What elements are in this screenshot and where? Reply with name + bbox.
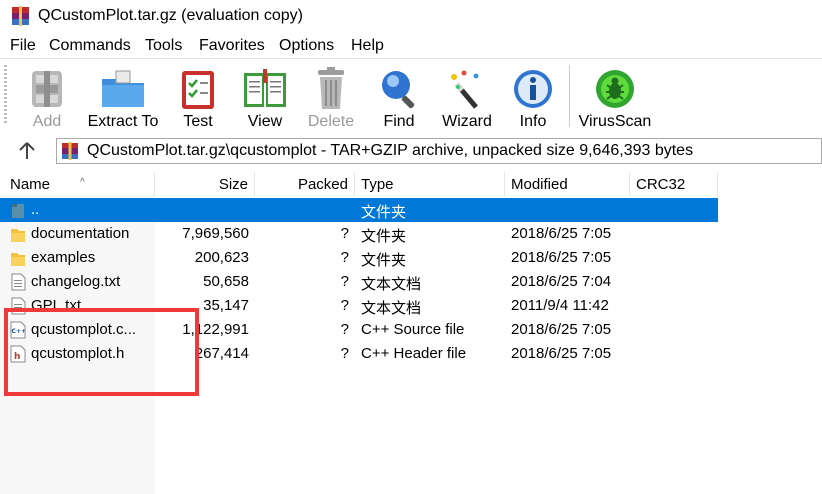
file-size: 7,969,560 xyxy=(182,225,249,242)
file-row[interactable]: changelog.txt 50,658? 文本文档 2018/6/25 7:04 xyxy=(0,270,822,294)
test-button[interactable]: Test xyxy=(170,61,226,131)
test-clipboard-icon xyxy=(182,71,214,109)
red-highlight-box xyxy=(4,308,199,396)
extract-to-button[interactable]: Extract To xyxy=(82,61,164,131)
find-button[interactable]: Find xyxy=(372,61,426,131)
file-type: 文本文档 xyxy=(361,276,422,293)
virusscan-button[interactable]: VirusScan xyxy=(576,61,654,131)
file-packed: ? xyxy=(340,273,349,290)
file-packed: ? xyxy=(340,225,349,242)
column-header-modified[interactable]: Modified xyxy=(505,172,630,196)
add-button[interactable]: Add xyxy=(16,61,78,131)
selection-highlight xyxy=(0,198,718,222)
column-header-size[interactable]: Size xyxy=(155,172,255,196)
column-header-crc32[interactable]: CRC32 xyxy=(630,172,718,196)
file-modified: 2018/6/25 7:05 xyxy=(511,225,612,242)
wizard-button[interactable]: Wizard xyxy=(436,61,498,131)
toolbar: Add Extract To Test View Delete Find Wiz… xyxy=(0,58,822,133)
file-packed: ? xyxy=(340,249,349,266)
delete-trash-icon xyxy=(318,67,344,109)
file-type: C++ Header file xyxy=(361,345,467,362)
add-archive-icon xyxy=(32,71,62,107)
up-arrow-icon[interactable] xyxy=(16,141,38,161)
window-title: QCustomPlot.tar.gz (evaluation copy) xyxy=(38,7,304,24)
wizard-wand-icon xyxy=(451,70,479,109)
file-name: changelog.txt xyxy=(31,273,121,290)
file-name: examples xyxy=(31,249,96,266)
file-row[interactable]: .. 文件夹 xyxy=(0,198,822,222)
view-button[interactable]: View xyxy=(236,61,294,131)
file-modified: 2018/6/25 7:04 xyxy=(511,273,612,290)
file-modified: 2018/6/25 7:05 xyxy=(511,345,612,362)
file-modified: 2011/9/4 11:42 xyxy=(511,297,609,314)
file-packed: ? xyxy=(340,297,349,314)
path-text: QCustomPlot.tar.gz\qcustomplot - TAR+GZI… xyxy=(87,142,694,159)
menu-commands[interactable]: Commands xyxy=(49,37,131,55)
menu-file[interactable]: File xyxy=(10,37,36,55)
view-book-icon xyxy=(244,69,286,107)
toolbar-grip[interactable] xyxy=(4,65,7,125)
virusscan-bug-icon xyxy=(596,70,634,108)
file-size: 200,623 xyxy=(194,249,249,266)
file-type: 文本文档 xyxy=(361,300,422,317)
winrar-app-icon xyxy=(12,6,29,26)
menu-tools[interactable]: Tools xyxy=(145,37,182,55)
menu-favorites[interactable]: Favorites xyxy=(199,37,265,55)
info-button[interactable]: Info xyxy=(508,61,558,131)
file-row[interactable]: examples 200,623? 文件夹 2018/6/25 7:05 xyxy=(0,246,822,270)
file-type: 文件夹 xyxy=(361,204,407,221)
address-bar: QCustomPlot.tar.gz\qcustomplot - TAR+GZI… xyxy=(0,136,822,166)
file-type: C++ Source file xyxy=(361,321,465,338)
file-packed: ? xyxy=(340,321,349,338)
folder-icon xyxy=(11,253,25,266)
delete-button[interactable]: Delete xyxy=(300,61,362,131)
file-name: documentation xyxy=(31,225,130,242)
find-magnifier-icon xyxy=(382,71,415,109)
file-row[interactable]: documentation 7,969,560? 文件夹 2018/6/25 7:05 xyxy=(0,222,822,246)
file-modified: 2018/6/25 7:05 xyxy=(511,321,612,338)
toolbar-separator xyxy=(569,65,570,127)
file-type: 文件夹 xyxy=(361,252,407,269)
file-size: 50,658 xyxy=(203,273,249,290)
menu-options[interactable]: Options xyxy=(279,37,334,55)
file-modified: 2018/6/25 7:05 xyxy=(511,249,612,266)
column-header-name[interactable]: Name ^ xyxy=(0,172,155,196)
info-icon xyxy=(514,70,552,108)
text-file-icon xyxy=(11,273,26,291)
file-packed: ? xyxy=(340,345,349,362)
sort-ascending-icon: ^ xyxy=(80,177,85,188)
path-field[interactable]: QCustomPlot.tar.gz\qcustomplot - TAR+GZI… xyxy=(56,138,822,164)
column-header-row: Name ^ Size Packed Type Modified CRC32 xyxy=(0,172,822,196)
menu-bar: File Commands Tools Favorites Options He… xyxy=(0,35,822,57)
parent-folder-icon xyxy=(12,204,24,218)
file-type: 文件夹 xyxy=(361,228,407,245)
column-header-type[interactable]: Type xyxy=(355,172,505,196)
menu-help[interactable]: Help xyxy=(351,37,384,55)
extract-folder-icon xyxy=(102,70,144,107)
archive-icon xyxy=(62,142,78,160)
column-header-packed[interactable]: Packed xyxy=(255,172,355,196)
file-list: Name ^ Size Packed Type Modified CRC32 .… xyxy=(0,172,822,494)
file-name: .. xyxy=(31,201,40,218)
title-bar: QCustomPlot.tar.gz (evaluation copy) xyxy=(0,0,822,34)
folder-icon xyxy=(11,229,25,242)
